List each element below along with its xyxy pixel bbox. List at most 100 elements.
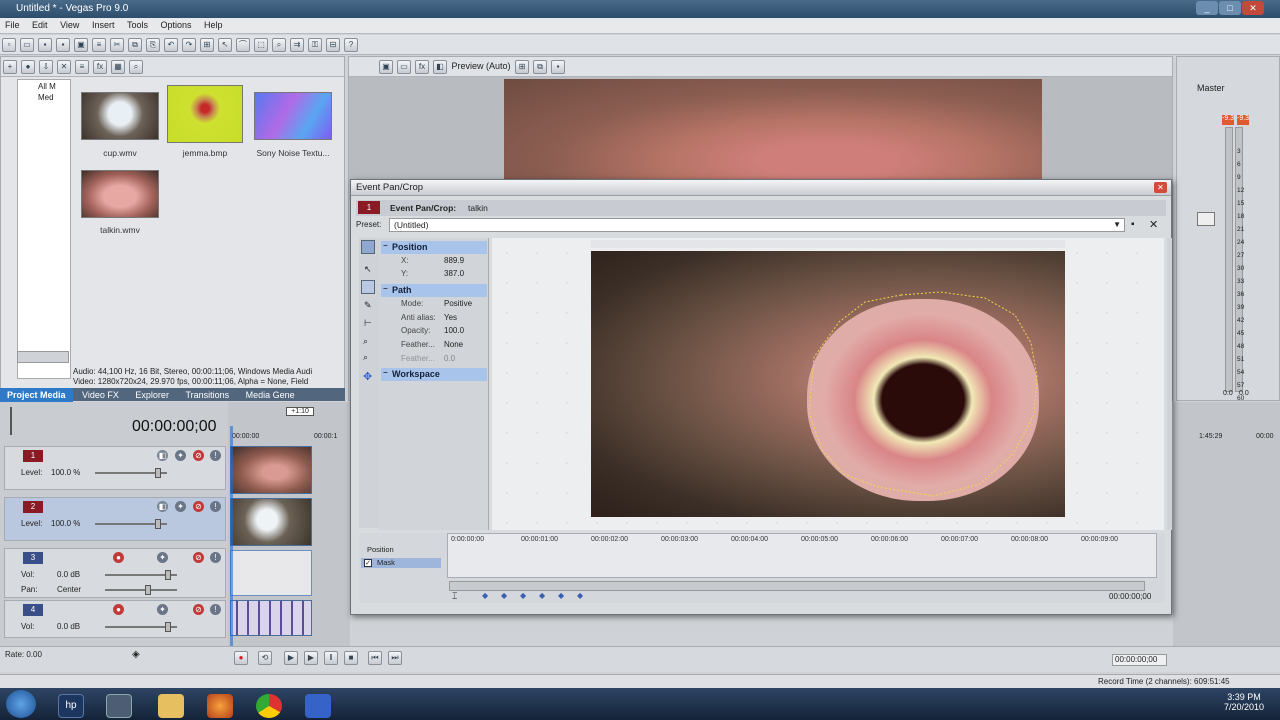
minimize-button[interactable]: _: [1196, 1, 1218, 15]
remove-icon[interactable]: ✕: [57, 60, 71, 74]
next-keyframe-icon[interactable]: ◆: [558, 591, 564, 600]
preview-properties-icon[interactable]: ▣: [379, 60, 393, 74]
menu-tools[interactable]: Tools: [122, 18, 153, 32]
cup-thumbnail[interactable]: [81, 92, 159, 140]
track-mask[interactable]: Mask: [361, 558, 441, 568]
go-to-start-icon[interactable]: ⏮: [368, 651, 382, 665]
compositing-icon[interactable]: ◧: [157, 501, 168, 512]
menu-options[interactable]: Options: [156, 18, 197, 32]
save-snapshot-icon[interactable]: ▪: [551, 60, 566, 74]
track-header-2[interactable]: 2 Level: 100.0 % ◧ ✦ ⊘ !: [4, 497, 226, 541]
ignore-grouping-icon[interactable]: ⊟: [326, 38, 340, 52]
media-fx-icon[interactable]: fx: [93, 60, 107, 74]
lock-envelopes-icon[interactable]: ⚿: [308, 38, 322, 52]
pan-slider[interactable]: [105, 585, 177, 595]
talkin-thumbnail[interactable]: [81, 170, 159, 218]
timeline-marker[interactable]: +1:10: [286, 407, 314, 416]
open-icon[interactable]: ▭: [20, 38, 34, 52]
clip-audio-empty[interactable]: [230, 550, 312, 596]
mask-path[interactable]: [591, 251, 1065, 517]
mask-checkbox[interactable]: ✓: [364, 559, 372, 567]
prop-opacity[interactable]: Opacity: 100.0: [381, 326, 487, 338]
epc-workspace[interactable]: [492, 238, 1164, 530]
hp-app-icon[interactable]: hp: [58, 694, 84, 718]
tab-project-media[interactable]: Project Media: [0, 388, 73, 402]
track-header-3[interactable]: 3 Vol: 0.0 dB Pan: Center ● ✦ ⊘ !: [4, 548, 226, 598]
render-icon[interactable]: ▣: [74, 38, 88, 52]
move-freely-icon[interactable]: ✥: [363, 370, 372, 383]
track-header-4[interactable]: 4 Vol: 0.0 dB ● ✦ ⊘ !: [4, 600, 226, 638]
prop-feather-type[interactable]: Feather... None: [381, 340, 487, 352]
level-slider[interactable]: [95, 519, 167, 529]
overlays-icon[interactable]: ⊞: [515, 60, 530, 74]
prop-anti-alias[interactable]: Anti alias: Yes: [381, 313, 487, 325]
fx-icon[interactable]: ✦: [157, 604, 168, 615]
fx-icon[interactable]: ✦: [175, 501, 186, 512]
first-keyframe-icon[interactable]: ◆: [482, 591, 488, 600]
mute-icon[interactable]: ⊘: [193, 552, 204, 563]
search-icon[interactable]: ⌕: [129, 60, 143, 74]
section-workspace[interactable]: Workspace: [381, 368, 487, 381]
menu-file[interactable]: File: [0, 18, 25, 32]
tab-explorer[interactable]: Explorer: [128, 388, 176, 402]
save-preset-icon[interactable]: ▪: [1131, 219, 1135, 230]
undo-icon[interactable]: ↶: [164, 38, 178, 52]
split-screen-icon[interactable]: ◧: [433, 60, 447, 74]
mute-icon[interactable]: ⊘: [193, 450, 204, 461]
capture-icon[interactable]: ●: [21, 60, 35, 74]
maximize-button[interactable]: □: [1219, 1, 1241, 15]
master-fader[interactable]: [1197, 212, 1215, 226]
views-icon[interactable]: ▦: [111, 60, 125, 74]
vegas-taskbar-icon[interactable]: [106, 694, 132, 718]
delete-keyframe-icon[interactable]: ◆: [539, 591, 545, 600]
tree-media-bins[interactable]: Med: [18, 91, 70, 102]
record-icon[interactable]: ●: [234, 651, 248, 665]
cut-icon[interactable]: ✂: [110, 38, 124, 52]
sync-cursor-icon[interactable]: ⌶: [452, 591, 457, 602]
fx-icon[interactable]: ✦: [175, 450, 186, 461]
mute-icon[interactable]: ⊘: [193, 501, 204, 512]
solo-icon[interactable]: !: [210, 604, 221, 615]
clip-cup[interactable]: [230, 498, 312, 546]
menu-insert[interactable]: Insert: [87, 18, 120, 32]
edit-tool-icon[interactable]: ↖: [218, 38, 232, 52]
add-keyframe-icon[interactable]: ◆: [520, 591, 526, 600]
solo-icon[interactable]: !: [210, 450, 221, 461]
solo-icon[interactable]: !: [210, 552, 221, 563]
show-properties-icon[interactable]: [361, 240, 375, 254]
tree-scrollbar[interactable]: [17, 351, 69, 363]
copy-snapshot-icon[interactable]: ⧉: [533, 60, 548, 74]
stop-icon[interactable]: ■: [344, 651, 358, 665]
anchor-creation-icon[interactable]: [361, 280, 375, 294]
clock[interactable]: 3:39 PM 7/20/2010: [1219, 692, 1269, 712]
volume-slider[interactable]: [105, 622, 177, 632]
snap-icon[interactable]: ⊞: [200, 38, 214, 52]
media-icon[interactable]: [305, 694, 331, 718]
track-header-1[interactable]: 1 Level: 100.0 % ◧ ✦ ⊘ !: [4, 446, 226, 490]
preview-quality[interactable]: Preview (Auto): [452, 61, 511, 71]
preset-dropdown[interactable]: (Untitled) ▼: [389, 218, 1125, 232]
tab-media-generators[interactable]: Media Gene: [239, 388, 302, 402]
prev-keyframe-icon[interactable]: ◆: [501, 591, 507, 600]
envelope-tool-icon[interactable]: ⌒: [236, 38, 250, 52]
menu-help[interactable]: Help: [199, 18, 228, 32]
clip-audio-waveform[interactable]: [230, 600, 312, 636]
scrub-icon[interactable]: ◈: [132, 649, 140, 660]
sony-noise-thumbnail[interactable]: [254, 92, 332, 140]
new-icon[interactable]: ▫: [2, 38, 16, 52]
chrome-icon[interactable]: [256, 694, 282, 718]
zoom-tool-icon[interactable]: ⌕: [272, 38, 286, 52]
prop-mode[interactable]: Mode: Positive: [381, 299, 487, 311]
jemma-thumbnail[interactable]: [167, 85, 243, 143]
last-keyframe-icon[interactable]: ◆: [577, 591, 583, 600]
compositing-icon[interactable]: ◧: [157, 450, 168, 461]
save-as-icon[interactable]: ▪: [56, 38, 70, 52]
solo-icon[interactable]: !: [210, 501, 221, 512]
save-icon[interactable]: ▪: [38, 38, 52, 52]
level-slider[interactable]: [95, 468, 167, 478]
tree-all-media[interactable]: All M: [18, 80, 70, 91]
menu-edit[interactable]: Edit: [27, 18, 53, 32]
delete-preset-icon[interactable]: ✕: [1149, 218, 1158, 231]
clip-talkin[interactable]: [230, 446, 312, 494]
paste-icon[interactable]: ⎘: [146, 38, 160, 52]
